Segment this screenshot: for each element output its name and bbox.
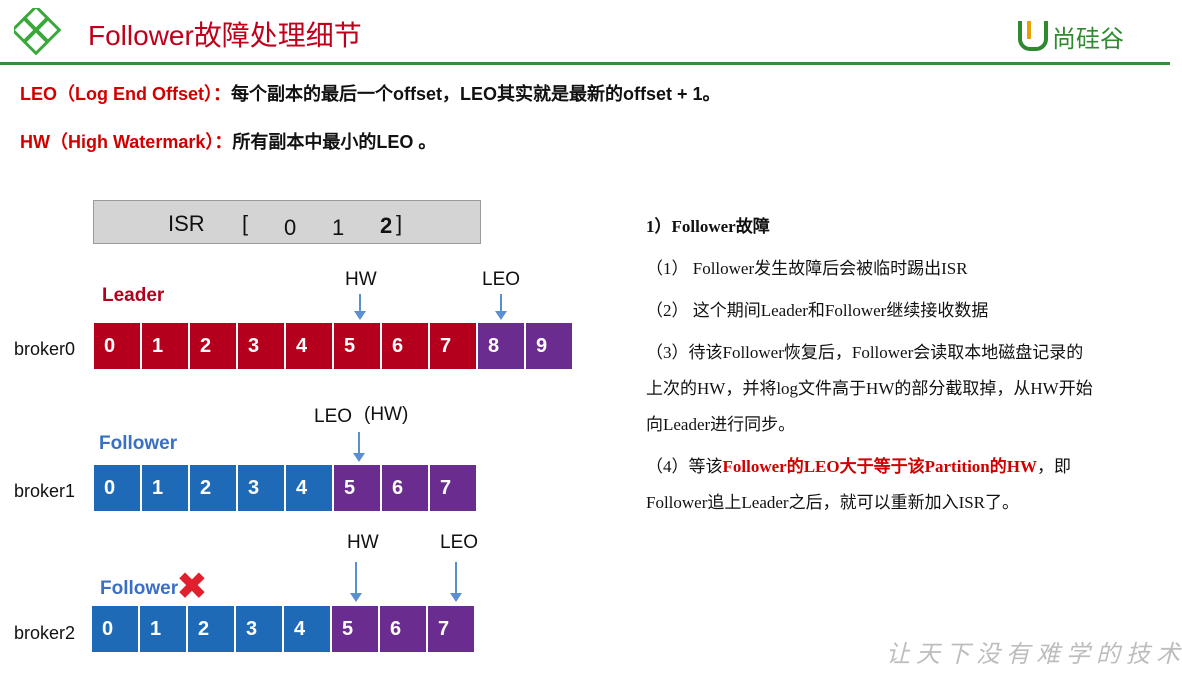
log-offset-cell: 1 [142, 323, 188, 369]
broker2-log: 01234567 [92, 606, 474, 652]
log-offset-cell: 4 [286, 465, 332, 511]
logo-text: 尚硅谷 [1052, 25, 1124, 53]
broker-name: broker2 [14, 623, 76, 643]
definition-key: HW（High Watermark）： [20, 132, 233, 152]
log-offset-cell: 2 [190, 465, 236, 511]
x-mark-icon: ✖ [176, 566, 208, 608]
log-offset-cell: 4 [284, 606, 330, 652]
role-label-follower: Follower [99, 433, 178, 454]
explanation-item-4: （4）等该Follower的LEO大于等于该Partition的HW，即 [646, 452, 1071, 477]
log-offset-cell: 9 [526, 323, 572, 369]
isr-bracket-open: [ [242, 211, 249, 236]
role-label-leader: Leader [102, 285, 165, 306]
hw-arrow-icon [350, 562, 362, 602]
isr-id: 2 [380, 213, 393, 238]
log-offset-cell: 1 [142, 465, 188, 511]
role-label-follower: Follower [100, 578, 179, 599]
explanation-highlight: Follower的LEO大于等于该Partition的HW [722, 457, 1037, 476]
log-offset-cell: 8 [478, 323, 524, 369]
marker-label: LEO [314, 406, 353, 427]
log-offset-cell: 3 [236, 606, 282, 652]
explanation-item: （3）待该Follower恢复后，Follower会读取本地磁盘记录的 [646, 343, 1084, 362]
explanation-item: Follower追上Leader之后，就可以重新加入ISR了。 [646, 493, 1020, 512]
marker-label: HW [345, 269, 377, 290]
isr-box: ISR [ 0 1 2 ] [93, 200, 481, 244]
log-offset-cell: 2 [190, 323, 236, 369]
broker0-log: 0123456789 [94, 323, 572, 369]
log-offset-cell: 7 [428, 606, 474, 652]
definition-value: 所有副本中最小的LEO 。 [232, 132, 437, 152]
explanation-title: 1）Follower故障 [646, 217, 770, 236]
log-offset-cell: 0 [92, 606, 138, 652]
broker-name: broker1 [14, 481, 76, 501]
explanation-text: ，即 [1036, 457, 1071, 476]
log-offset-cell: 6 [382, 323, 428, 369]
isr-id: 0 [284, 215, 297, 240]
log-offset-cell: 2 [188, 606, 234, 652]
header-divider [0, 62, 1170, 65]
marker-label: LEO [482, 269, 521, 290]
log-offset-cell: 6 [380, 606, 426, 652]
leo-arrow-icon [450, 562, 462, 602]
leo-hw-arrow-icon [353, 432, 365, 462]
log-offset-cell: 6 [382, 465, 428, 511]
log-offset-cell: 5 [334, 465, 380, 511]
log-offset-cell: 1 [140, 606, 186, 652]
marker-label: (HW) [364, 404, 409, 425]
marker-label: HW [347, 532, 379, 553]
leo-arrow-icon [495, 294, 507, 320]
marker-label: LEO [440, 532, 479, 553]
log-offset-cell: 7 [430, 323, 476, 369]
page-title: Follower故障处理细节 [88, 20, 362, 51]
log-offset-cell: 3 [238, 465, 284, 511]
hw-arrow-icon [354, 294, 366, 320]
logo: 尚硅谷 [1018, 20, 1124, 53]
log-offset-cell: 5 [332, 606, 378, 652]
isr-bracket-close: ] [396, 211, 403, 236]
header-diamond-icon [14, 8, 62, 56]
explanation-text: （4）等该 [646, 457, 723, 476]
watermark: 让天下没有难学的技术 [886, 641, 1182, 668]
log-offset-cell: 7 [430, 465, 476, 511]
isr-label: ISR [168, 211, 205, 236]
isr-id: 1 [332, 215, 345, 240]
logo-icon [1018, 21, 1048, 51]
explanation-item: 向Leader进行同步。 [646, 415, 796, 434]
broker1-log: 01234567 [94, 465, 476, 511]
broker-name: broker0 [14, 339, 76, 359]
log-offset-cell: 0 [94, 465, 140, 511]
explanation-item: （1） Follower发生故障后会被临时踢出ISR [646, 259, 968, 278]
log-offset-cell: 4 [286, 323, 332, 369]
explanation-item: 上次的HW，并将log文件高于HW的部分截取掉，从HW开始 [646, 379, 1093, 398]
definition-key: LEO（Log End Offset）： [20, 84, 231, 104]
log-offset-cell: 0 [94, 323, 140, 369]
definition-leo: LEO（Log End Offset）：每个副本的最后一个offset，LEO其… [20, 80, 721, 106]
log-offset-cell: 3 [238, 323, 284, 369]
log-offset-cell: 5 [334, 323, 380, 369]
definition-value: 每个副本的最后一个offset，LEO其实就是最新的offset + 1。 [231, 84, 721, 104]
definition-hw: HW（High Watermark）：所有副本中最小的LEO 。 [20, 128, 436, 154]
explanation-item: （2） 这个期间Leader和Follower继续接收数据 [646, 301, 989, 320]
